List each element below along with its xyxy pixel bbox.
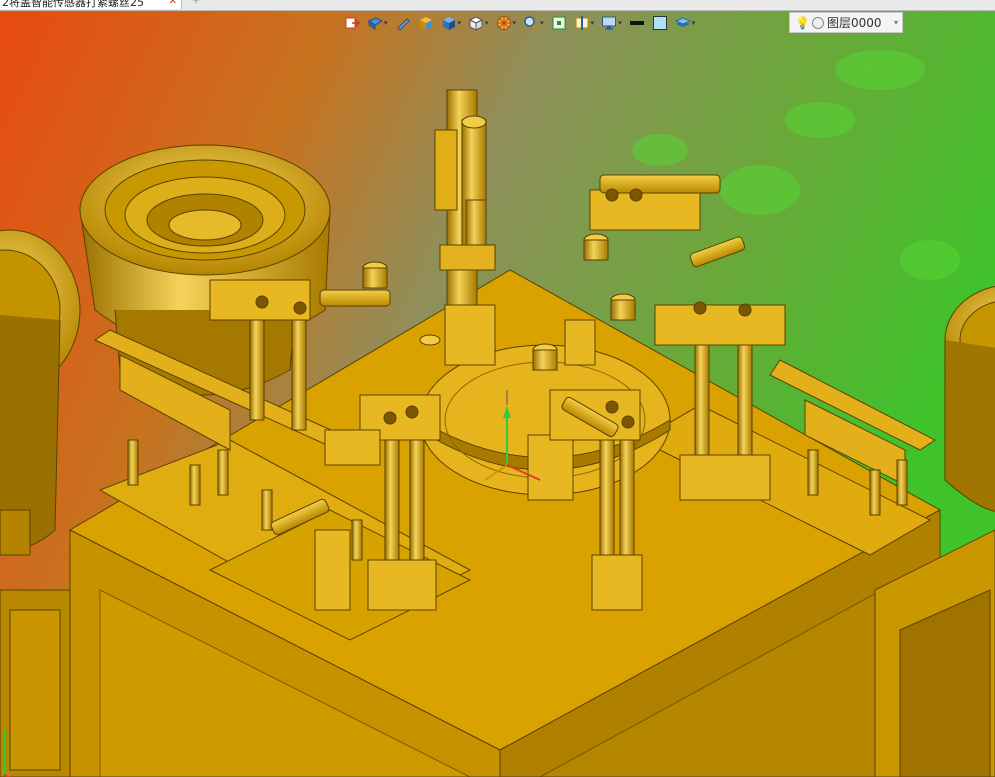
chevron-down-icon: ▾: [457, 19, 462, 27]
pen-tool-button[interactable]: [393, 13, 413, 33]
display-style-button[interactable]: ▾: [439, 13, 464, 33]
chevron-down-icon: ▾: [540, 19, 544, 27]
monitor-button[interactable]: ▾: [599, 13, 624, 33]
section-view-button[interactable]: ▾: [572, 13, 597, 33]
layer-status-icon: [811, 16, 824, 29]
shaded-cube-icon: [419, 17, 432, 30]
chevron-down-icon: ▾: [691, 19, 696, 27]
exit-sketch-icon: [345, 17, 360, 29]
zoom-fit-icon: [552, 16, 566, 30]
render-wheel-button[interactable]: ▾: [494, 13, 519, 33]
layers-button[interactable]: ▾: [673, 13, 698, 33]
render-wheel-icon: [496, 16, 511, 30]
left-side-cabinet: [0, 589, 71, 777]
color-swatch-icon: [652, 16, 667, 30]
layer-selector[interactable]: 💡 图层0000 ▾: [789, 12, 903, 33]
zoom-icon: [524, 16, 539, 31]
zoom-fit-button[interactable]: [549, 13, 569, 33]
new-tab-button[interactable]: +: [192, 0, 200, 6]
layers-icon: [674, 17, 691, 27]
chevron-down-icon: ▾: [485, 19, 489, 27]
chevron-down-icon: ▾: [384, 19, 388, 27]
document-tab[interactable]: 2将盖智能传感器打紧螺丝25 ✕: [0, 0, 182, 9]
pen-tool-icon: [396, 18, 410, 31]
view-orient-icon: [367, 17, 383, 30]
color-swatch-button[interactable]: [650, 13, 670, 33]
view-toolbar: ▾ ▾ ▾ ▾ ▾ ▾ ▾ ▾: [342, 12, 697, 34]
wireframe-cube-button[interactable]: ▾: [466, 13, 491, 33]
shaded-cube-button[interactable]: [416, 13, 436, 33]
close-icon[interactable]: ✕: [169, 0, 177, 7]
display-style-icon: [442, 17, 455, 30]
chevron-down-icon: ▾: [590, 19, 595, 27]
layer-name: 图层0000: [826, 16, 882, 30]
3d-viewport[interactable]: [0, 10, 995, 777]
section-view-icon: [575, 16, 589, 30]
exit-sketch-button[interactable]: [342, 13, 362, 33]
lightbulb-icon[interactable]: 💡: [795, 16, 810, 30]
view-orient-button[interactable]: ▾: [365, 13, 390, 33]
monitor-icon: [602, 16, 617, 30]
line-style-button[interactable]: [627, 13, 647, 33]
document-tab-title: 2将盖智能传感器打紧螺丝25: [2, 0, 144, 9]
right-bowl-feeder: [944, 285, 995, 512]
zoom-button[interactable]: ▾: [521, 13, 546, 33]
chevron-down-icon[interactable]: ▾: [894, 18, 898, 27]
line-style-icon: [629, 21, 644, 25]
chevron-down-icon: ▾: [618, 19, 622, 27]
document-tab-strip: 2将盖智能传感器打紧螺丝25 ✕ +: [0, 0, 995, 11]
chevron-down-icon: ▾: [512, 19, 517, 27]
wireframe-cube-icon: [468, 16, 484, 31]
